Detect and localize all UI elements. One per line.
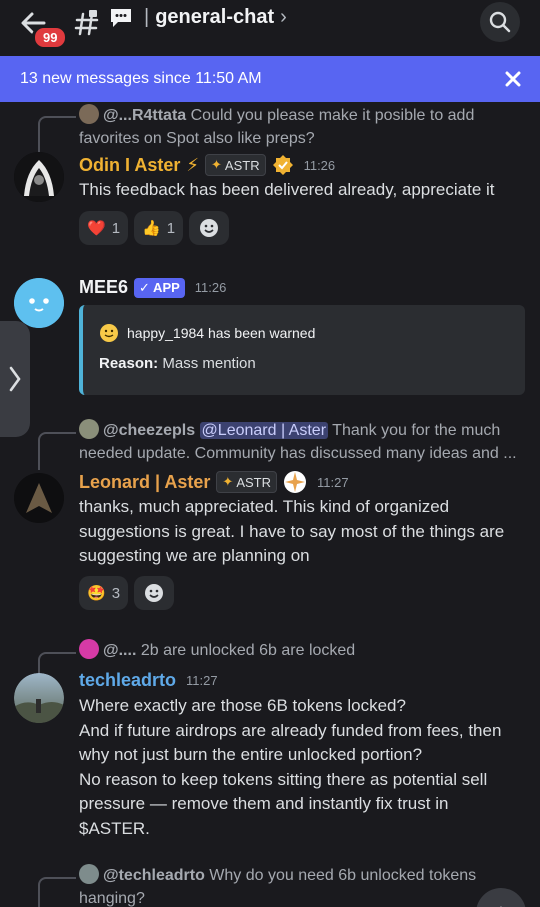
- channel-header: 99 | general-chat ›: [0, 0, 540, 56]
- banner-text: 13 new messages since 11:50 AM: [20, 70, 262, 87]
- unread-badge: 99: [32, 25, 69, 50]
- add-reaction-button[interactable]: [189, 211, 230, 245]
- avatar[interactable]: [14, 152, 64, 202]
- add-button[interactable]: +: [476, 888, 526, 907]
- embed-title: happy_1984 has been warned: [127, 325, 316, 341]
- heart-icon: ❤️: [87, 220, 106, 237]
- thumbs-up-icon: 👍: [142, 220, 161, 237]
- author-name[interactable]: techleadrto: [79, 670, 176, 691]
- star-struck-icon: 🤩: [87, 585, 106, 602]
- timestamp: 11:27: [186, 673, 218, 688]
- search-icon: [489, 11, 511, 33]
- channel-hash-icon: [74, 10, 99, 36]
- reply-connector: [38, 432, 76, 470]
- add-reaction-button[interactable]: [134, 576, 175, 610]
- message-line: And if future airdrops are already funde…: [79, 720, 502, 740]
- reactions: ❤️ 1 👍 1: [79, 211, 230, 245]
- aster-logo-icon: ✦: [222, 474, 234, 489]
- speech-bubble-icon: [111, 9, 131, 27]
- message-line: $ASTER.: [79, 818, 150, 838]
- reaction-heart[interactable]: ❤️ 1: [79, 211, 129, 245]
- reaction-count: 1: [166, 219, 176, 237]
- reply-preview[interactable]: @techleadrto Why do you need 6b unlocked…: [79, 864, 479, 907]
- role-label: ASTR: [236, 474, 271, 490]
- avatar[interactable]: [14, 673, 64, 723]
- timestamp: 11:27: [316, 474, 349, 490]
- reply-preview[interactable]: @.... 2b are unlocked 6b are locked: [79, 639, 524, 662]
- avatar[interactable]: [14, 473, 64, 523]
- embed-card: happy_1984 has been warned Reason: Mass …: [79, 305, 525, 395]
- reaction-star-struck[interactable]: 🤩 3: [79, 576, 129, 610]
- reply-preview[interactable]: @...R4ttata Could you please make it pos…: [79, 104, 519, 150]
- chevron-right-icon: ›: [280, 6, 287, 28]
- channel-title[interactable]: | general-chat ›: [144, 6, 287, 29]
- message-line: pressure — remove them and instantly fix…: [79, 794, 449, 813]
- reactions: 🤩 3: [79, 576, 175, 610]
- reply-text: 2b are unlocked 6b are locked: [136, 642, 356, 659]
- message-text: thanks, much appreciated. This kind of o…: [79, 497, 505, 565]
- author-row: Odin I Aster ⚡ ✦ ASTR 11:26: [79, 154, 335, 176]
- role-tag[interactable]: ✦ ASTR: [216, 471, 277, 493]
- techleadrto-avatar-icon: [14, 673, 64, 723]
- reply-connector: [38, 877, 76, 907]
- title-separator: |: [144, 6, 150, 28]
- embed-reason: Reason: Mass mention: [99, 355, 256, 372]
- role-tag[interactable]: ✦ ASTR: [205, 154, 266, 176]
- discord-logo-icon: [79, 639, 99, 659]
- author-name[interactable]: Odin I Aster: [79, 155, 180, 176]
- message-list: @...R4ttata Could you please make it pos…: [0, 102, 540, 907]
- author-name[interactable]: MEE6: [79, 277, 128, 298]
- smiley-face-icon: [100, 324, 118, 342]
- reason-label: Reason:: [99, 355, 159, 372]
- reaction-count: 1: [111, 219, 121, 237]
- search-button[interactable]: [480, 2, 520, 42]
- reaction-count: 3: [111, 584, 121, 602]
- role-label: ASTR: [224, 157, 260, 173]
- avatar[interactable]: [14, 278, 64, 328]
- smiley-icon: [145, 584, 164, 602]
- verified-badge-icon: [272, 155, 293, 175]
- reaction-thumbs-up[interactable]: 👍 1: [134, 211, 184, 245]
- plus-icon: +: [493, 898, 508, 907]
- reply-avatar: [79, 864, 99, 884]
- lightning-icon: ⚡: [186, 154, 199, 175]
- reason-text: Mass mention: [158, 355, 256, 372]
- reply-connector: [38, 116, 76, 154]
- reply-author: @techleadrto: [103, 867, 205, 884]
- embed-title-row: happy_1984 has been warned: [99, 323, 315, 343]
- author-row: MEE6 ✓ APP 11:26: [79, 277, 226, 298]
- timestamp: 11:26: [194, 280, 227, 295]
- app-tag: ✓ APP: [134, 277, 185, 298]
- channel-name: general-chat: [155, 6, 275, 28]
- message-line: why not just burn the entire unlocked po…: [79, 745, 423, 764]
- message-text: Where exactly are those 6B tokens locked…: [79, 694, 534, 841]
- author-name[interactable]: Leonard | Aster: [79, 472, 210, 493]
- reply-avatar: [79, 104, 99, 124]
- timestamp: 11:26: [303, 157, 336, 173]
- aster-logo-icon: ✦: [211, 157, 222, 172]
- aster-badge-icon: [283, 471, 306, 493]
- chevron-right-icon: [9, 366, 21, 392]
- author-row: Leonard | Aster ✦ ASTR 11:27: [79, 470, 349, 494]
- message-line: No reason to keep tokens sitting there a…: [79, 769, 488, 789]
- side-drawer-handle[interactable]: [0, 321, 30, 437]
- new-messages-banner[interactable]: 13 new messages since 11:50 AM: [0, 56, 540, 102]
- reply-author: @cheezepls: [103, 422, 196, 439]
- odin-avatar-icon: [14, 152, 64, 202]
- reply-author: @...R4ttata: [103, 107, 187, 124]
- reply-avatar: [79, 419, 99, 439]
- reply-author: @....: [103, 642, 137, 659]
- close-icon[interactable]: [502, 68, 524, 90]
- reply-preview[interactable]: @cheezepls @Leonard | Aster Thank you fo…: [79, 419, 524, 465]
- mention[interactable]: @Leonard | Aster: [199, 422, 329, 439]
- smiley-icon: [200, 219, 219, 237]
- leonard-avatar-icon: [14, 473, 64, 523]
- mee6-avatar-icon: [14, 278, 64, 328]
- author-row: techleadrto 11:27: [79, 670, 218, 691]
- message-text: This feedback has been delivered already…: [79, 180, 495, 199]
- message-line: Where exactly are those 6B tokens locked…: [79, 696, 406, 715]
